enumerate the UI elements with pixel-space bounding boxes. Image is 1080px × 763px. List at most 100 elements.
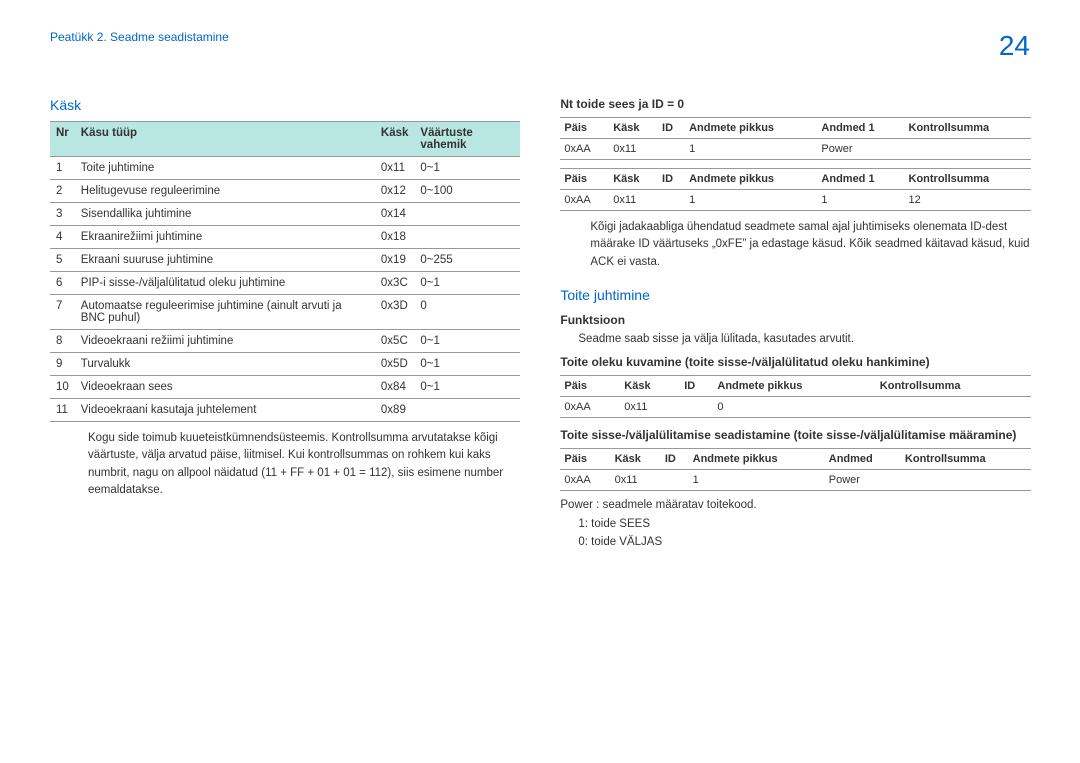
breadcrumb: Peatükk 2. Seadme seadistamine [50, 30, 229, 44]
left-column: Käsk Nr Käsu tüüp Käsk Väärtuste vahemik… [50, 97, 520, 552]
cell [414, 399, 520, 422]
function-text: Seadme saab sisse ja välja lülitada, kas… [560, 333, 1030, 345]
example-table-1: Päis Käsk ID Andmete pikkus Andmed 1 Kon… [560, 117, 1030, 160]
section-title-command: Käsk [50, 97, 520, 113]
cell [414, 226, 520, 249]
th-cs: Kontrollsumma [876, 375, 1031, 396]
th-pais: Päis [560, 169, 609, 190]
cell: 9 [50, 353, 75, 376]
th-pais: Päis [560, 448, 610, 469]
cell: 1 [685, 139, 817, 160]
cell: 1 [50, 157, 75, 180]
th-len: Andmete pikkus [713, 375, 875, 396]
cell: 0xAA [560, 139, 609, 160]
cell: Helitugevuse reguleerimine [75, 180, 375, 203]
th-cmd: Käsk [609, 169, 658, 190]
cell: 0 [414, 295, 520, 330]
table-row: 1Toite juhtimine0x110~1 [50, 157, 520, 180]
cell: 0~1 [414, 376, 520, 399]
th-len: Andmete pikkus [685, 169, 817, 190]
th-d1: Andmed [825, 448, 901, 469]
cell: 0x11 [620, 396, 680, 417]
th-range: Väärtuste vahemik [414, 122, 520, 157]
cell: 0x11 [611, 469, 661, 490]
cell: 0~1 [414, 157, 520, 180]
cell: 0x84 [375, 376, 415, 399]
power-code-note: Power : seadmele määratav toitekood. [560, 499, 1030, 511]
cell: 6 [50, 272, 75, 295]
table-row: 9Turvalukk0x5D0~1 [50, 353, 520, 376]
cell: 0x11 [375, 157, 415, 180]
cell: 11 [50, 399, 75, 422]
cell: 0xAA [560, 469, 610, 490]
cell: 0x5C [375, 330, 415, 353]
cell: 0xAA [560, 396, 620, 417]
th-id: ID [680, 375, 713, 396]
th-d1: Andmed 1 [817, 169, 904, 190]
cell: 1 [817, 190, 904, 211]
th-cmd: Käsk [375, 122, 415, 157]
section-title-power: Toite juhtimine [560, 287, 1030, 303]
cell [876, 396, 1031, 417]
cell: 1 [689, 469, 825, 490]
cell: Automaatse reguleerimise juhtimine (ainu… [75, 295, 375, 330]
cell: 0xAA [560, 190, 609, 211]
cell: 0 [713, 396, 875, 417]
power-codes: 1: toide SEES 0: toide VÄLJAS [560, 515, 1030, 552]
table-row: 0xAA 0x11 1 1 12 [560, 190, 1030, 211]
table-row: 2Helitugevuse reguleerimine0x120~100 [50, 180, 520, 203]
table-row: 6PIP-i sisse-/väljalülitatud oleku juhti… [50, 272, 520, 295]
view-power-title: Toite oleku kuvamine (toite sisse-/välja… [560, 355, 1030, 369]
cell: 0x11 [609, 190, 658, 211]
cell: 0x5D [375, 353, 415, 376]
cell: 0~1 [414, 353, 520, 376]
cell: 0~1 [414, 330, 520, 353]
table-row: 0xAA 0x11 0 [560, 396, 1030, 417]
th-nr: Nr [50, 122, 75, 157]
cell: 5 [50, 249, 75, 272]
cell: 4 [50, 226, 75, 249]
serial-note: Kõigi jadakaabliga ühendatud seadmete sa… [560, 219, 1030, 271]
cell: Sisendallika juhtimine [75, 203, 375, 226]
cell: Power [817, 139, 904, 160]
power-off-code: 0: toide VÄLJAS [578, 533, 1030, 551]
th-cmd: Käsk [609, 118, 658, 139]
cell [414, 203, 520, 226]
function-label: Funktsioon [560, 313, 1030, 327]
cell: Videoekraani režiimi juhtimine [75, 330, 375, 353]
cell: 1 [685, 190, 817, 211]
cell: 0x19 [375, 249, 415, 272]
table-row: 0xAA 0x11 1 Power [560, 469, 1030, 490]
cell: Power [825, 469, 901, 490]
table-row: 3Sisendallika juhtimine0x14 [50, 203, 520, 226]
power-on-code: 1: toide SEES [578, 515, 1030, 533]
cell: 12 [905, 190, 1031, 211]
th-len: Andmete pikkus [689, 448, 825, 469]
cell: 0~100 [414, 180, 520, 203]
hex-note: Kogu side toimub kuueteistkümnendsüsteem… [50, 430, 520, 499]
cell [658, 190, 685, 211]
cell: 0x11 [609, 139, 658, 160]
table-row: 8Videoekraani režiimi juhtimine0x5C0~1 [50, 330, 520, 353]
th-cmd: Käsk [620, 375, 680, 396]
cell: 7 [50, 295, 75, 330]
th-pais: Päis [560, 118, 609, 139]
cell: 8 [50, 330, 75, 353]
table-row: 7Automaatse reguleerimise juhtimine (ain… [50, 295, 520, 330]
set-power-title: Toite sisse-/väljalülitamise seadistamin… [560, 428, 1030, 442]
set-power-table: Päis Käsk ID Andmete pikkus Andmed Kontr… [560, 448, 1030, 491]
table-row: 10Videoekraan sees0x840~1 [50, 376, 520, 399]
cell [905, 139, 1031, 160]
cell: 0x14 [375, 203, 415, 226]
example-title: Nt toide sees ja ID = 0 [560, 97, 1030, 111]
cell [658, 139, 685, 160]
th-id: ID [661, 448, 689, 469]
cell: Ekraani suuruse juhtimine [75, 249, 375, 272]
th-len: Andmete pikkus [685, 118, 817, 139]
th-cs: Kontrollsumma [901, 448, 1031, 469]
command-table: Nr Käsu tüüp Käsk Väärtuste vahemik 1Toi… [50, 121, 520, 422]
cell [661, 469, 689, 490]
page-number: 24 [999, 30, 1030, 62]
table-row: 4Ekraanirežiimi juhtimine0x18 [50, 226, 520, 249]
cell: 2 [50, 180, 75, 203]
